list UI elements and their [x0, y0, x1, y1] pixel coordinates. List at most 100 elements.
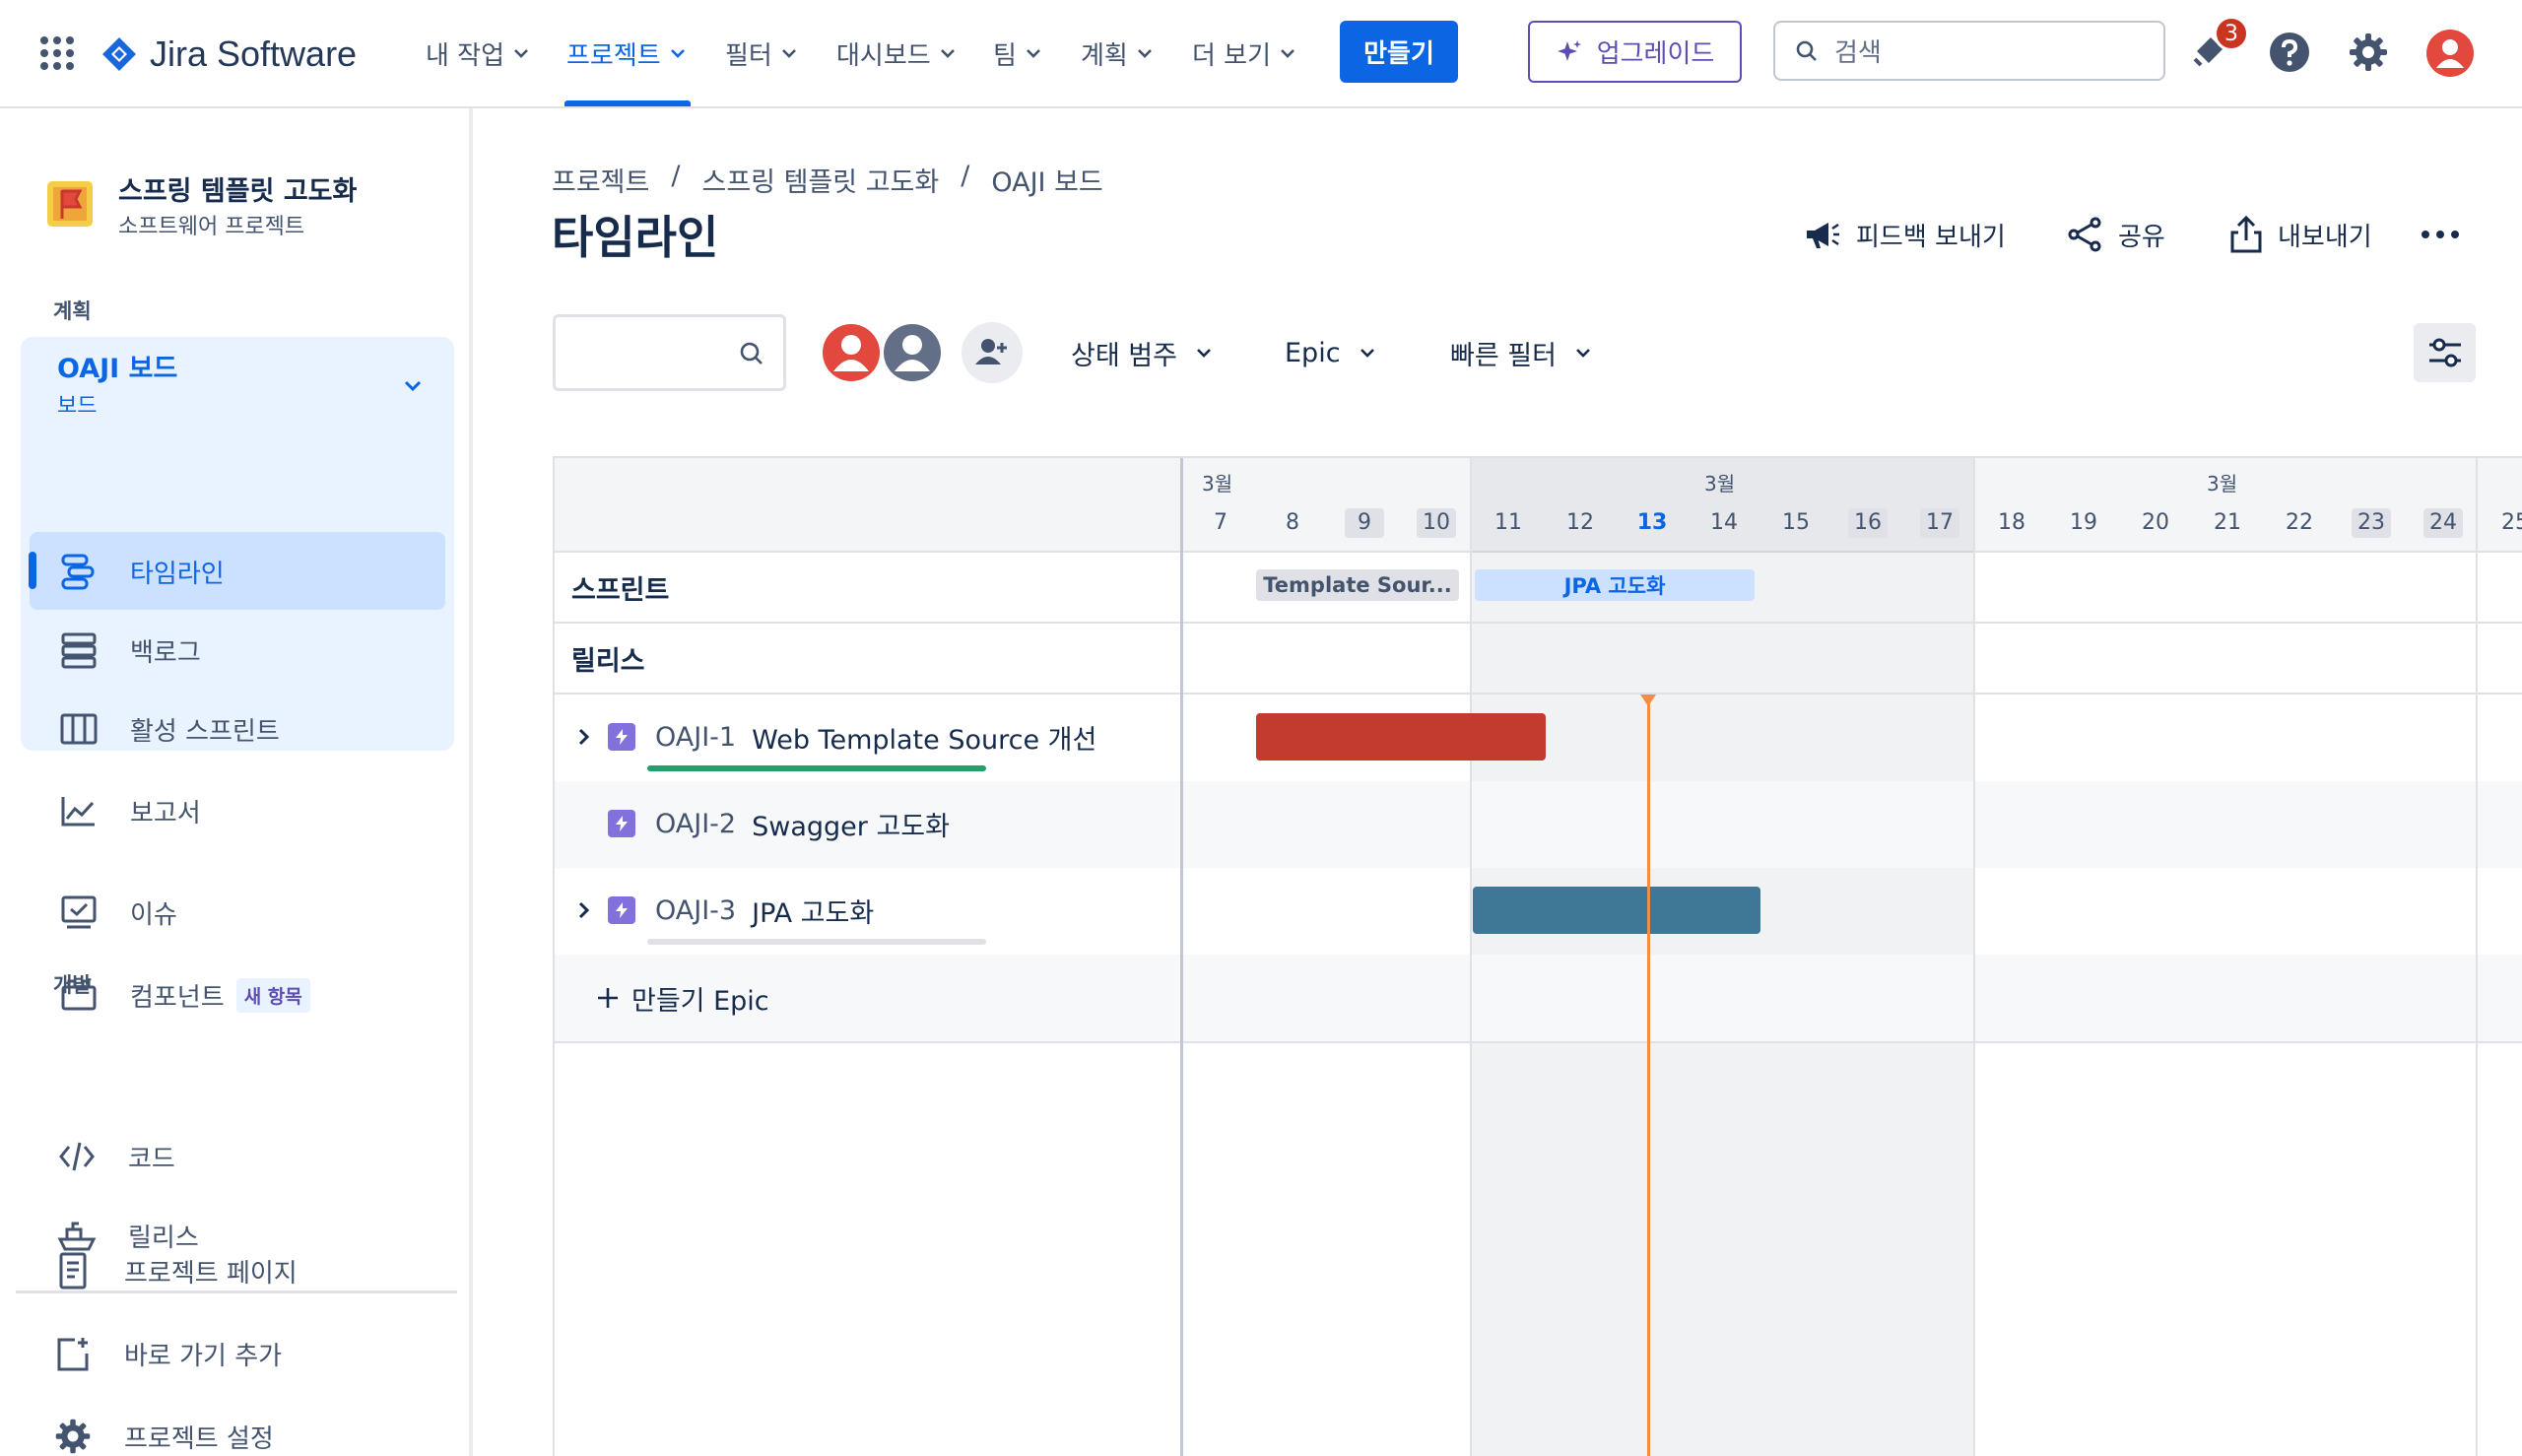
jira-logo[interactable]: Jira Software: [100, 33, 357, 75]
nav-plans[interactable]: 계획: [1081, 0, 1154, 106]
day-label: 16: [1848, 508, 1888, 538]
sidebar-item-issues[interactable]: 이슈: [57, 883, 177, 942]
epic-row[interactable]: OAJI-3 JPA 고도화: [570, 886, 874, 935]
nav-teams[interactable]: 팀: [993, 0, 1042, 106]
nav-my-work-label: 내 작업: [426, 40, 505, 71]
issue-title[interactable]: JPA 고도화: [752, 892, 874, 930]
create-button[interactable]: 만들기: [1340, 21, 1458, 83]
sidebar-item-label: 백로그: [130, 637, 201, 668]
day-label: 21: [2214, 510, 2241, 535]
assignee-avatar-2[interactable]: [880, 320, 945, 385]
project-avatar-icon[interactable]: [47, 181, 93, 227]
list-timeline-divider[interactable]: [1180, 458, 1183, 1456]
chevron-right-icon[interactable]: [570, 896, 598, 924]
sidebar-item-label: 이슈: [130, 899, 177, 930]
day-label: 19: [2070, 510, 2097, 535]
top-navigation: Jira Software 내 작업 프로젝트 필터 대시보드 팀 계획 더 보…: [0, 0, 2522, 108]
sidebar-item-project-pages[interactable]: 프로젝트 페이지: [51, 1241, 298, 1300]
app-switcher-icon[interactable]: [39, 35, 75, 71]
create-epic-button[interactable]: 만들기 Epic: [594, 973, 769, 1023]
nav-more[interactable]: 더 보기: [1192, 0, 1296, 106]
day-label: 11: [1494, 510, 1522, 535]
epic-filter[interactable]: Epic: [1285, 325, 1376, 380]
nav-dashboards-label: 대시보드: [836, 40, 931, 71]
chevron-down-icon: [1197, 349, 1211, 358]
releases-row-label: 릴리스: [571, 646, 645, 677]
sidebar-item-label: 바로 가기 추가: [124, 1341, 283, 1371]
issue-title[interactable]: Web Template Source 개선: [752, 718, 1096, 757]
create-epic-label: 만들기 Epic: [631, 985, 769, 1017]
row-divider: [555, 622, 2522, 624]
nav-active-indicator: [564, 100, 691, 106]
sidebar-item-backlog[interactable]: 백로그: [57, 621, 201, 680]
status-category-filter[interactable]: 상태 범주: [1071, 325, 1213, 380]
search-icon: [1796, 40, 1817, 61]
issue-key[interactable]: OAJI-3: [655, 895, 736, 926]
sidebar-item-reports[interactable]: 보고서: [57, 781, 201, 840]
view-settings-button[interactable]: [2414, 323, 2476, 382]
help-icon[interactable]: [2268, 31, 2311, 74]
issues-icon: [57, 891, 100, 934]
breadcrumb-project[interactable]: 스프링 템플릿 고도화: [701, 161, 939, 199]
megaphone-icon: [1807, 223, 1839, 248]
epic-bar-oaji-1[interactable]: [1256, 713, 1546, 761]
assignee-avatar-1[interactable]: [819, 320, 884, 385]
sidebar-item-label: 타임라인: [130, 559, 225, 589]
chevron-down-icon: [1281, 49, 1294, 58]
breadcrumb-separator: /: [961, 161, 970, 191]
day-label: 23: [2352, 508, 2391, 538]
sidebar-item-timeline[interactable]: 타임라인: [57, 542, 225, 601]
sprint-pill-template[interactable]: Template Sour...: [1256, 569, 1459, 601]
chevron-right-icon[interactable]: [570, 723, 598, 751]
day-label: 22: [2286, 510, 2313, 535]
sidebar-item-project-settings[interactable]: 프로젝트 설정: [51, 1407, 274, 1456]
feedback-label: 피드백 보내기: [1856, 222, 2006, 252]
more-options-icon[interactable]: [2420, 225, 2461, 244]
issue-key[interactable]: OAJI-2: [655, 809, 736, 839]
search-input[interactable]: 검색: [1773, 21, 2165, 81]
chevron-down-icon: [670, 49, 685, 58]
timeline-search-input[interactable]: [553, 314, 786, 391]
share-button[interactable]: 공유: [2067, 207, 2165, 262]
epic-row[interactable]: OAJI-2 Swagger 고도화: [608, 799, 950, 848]
upgrade-button[interactable]: 업그레이드: [1528, 21, 1742, 83]
day-label: 14: [1710, 510, 1738, 535]
nav-my-work[interactable]: 내 작업: [426, 0, 530, 106]
month-label: 3월: [1202, 472, 1233, 496]
epic-filter-label: Epic: [1285, 337, 1341, 368]
epic-progress-bar: [647, 765, 986, 771]
project-name[interactable]: 스프링 템플릿 고도화: [118, 169, 357, 208]
sidebar-item-add-shortcut[interactable]: 바로 가기 추가: [51, 1324, 282, 1383]
nav-filters[interactable]: 필터: [725, 0, 798, 106]
status-filter-label: 상태 범주: [1071, 340, 1177, 371]
epic-bar-oaji-3[interactable]: [1473, 887, 1760, 934]
breadcrumb-board[interactable]: OAJI 보드: [991, 161, 1102, 199]
week-divider: [1470, 458, 1472, 1456]
epic-row[interactable]: OAJI-1 Web Template Source 개선: [570, 712, 1096, 761]
board-sub: 보드: [57, 394, 98, 419]
day-label: 7: [1214, 510, 1228, 535]
sidebar-item-active-sprints[interactable]: 활성 스프린트: [57, 699, 280, 759]
export-button[interactable]: 내보내기: [2228, 207, 2372, 262]
timeline-icon: [57, 550, 100, 593]
nav-dashboards[interactable]: 대시보드: [836, 0, 957, 106]
day-label: 25: [2501, 510, 2522, 535]
quick-filter[interactable]: 빠른 필터: [1450, 325, 1592, 380]
sidebar-item-code[interactable]: 코드: [55, 1127, 175, 1186]
chevron-down-icon[interactable]: [402, 374, 424, 396]
feedback-button[interactable]: 피드백 보내기: [1803, 207, 2006, 262]
settings-gear-icon[interactable]: [2347, 31, 2390, 74]
add-people-icon[interactable]: [961, 321, 1024, 384]
search-icon: [740, 342, 763, 364]
sprint-pill-jpa[interactable]: JPA 고도화: [1475, 569, 1755, 601]
day-label: 18: [1998, 510, 2025, 535]
day-label: 20: [2142, 510, 2169, 535]
sidebar-item-components[interactable]: 컴포넌트 새 항목: [57, 965, 310, 1025]
user-avatar[interactable]: [2425, 29, 2475, 78]
issue-title[interactable]: Swagger 고도화: [752, 805, 950, 843]
sidebar-item-label: 프로젝트 페이지: [124, 1258, 298, 1289]
breadcrumb-projects[interactable]: 프로젝트: [552, 161, 649, 199]
nav-projects[interactable]: 프로젝트: [566, 0, 687, 106]
board-name[interactable]: OAJI 보드: [57, 347, 177, 385]
issue-key[interactable]: OAJI-1: [655, 722, 736, 753]
